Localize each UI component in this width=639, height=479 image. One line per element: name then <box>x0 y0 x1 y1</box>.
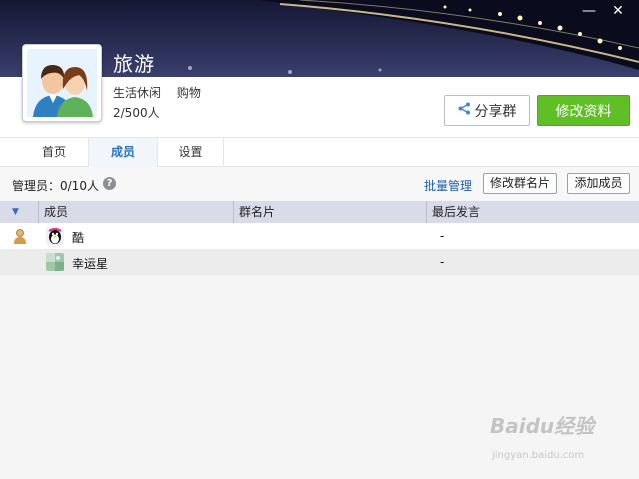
penguin-avatar-icon[interactable] <box>46 227 64 245</box>
member-count: 2/500人 <box>113 106 160 120</box>
tag-item: 生活休闲 <box>113 86 162 100</box>
member-last-speak: - <box>440 229 445 243</box>
landscape-avatar-icon[interactable] <box>46 253 64 271</box>
table-row[interactable]: 幸运星 - <box>0 249 639 275</box>
minimize-button[interactable]: — <box>575 0 603 22</box>
watermark-brand: Baidu经验 <box>490 414 595 438</box>
member-table-header: ▼ 成员 群名片 最后发言 <box>0 201 639 223</box>
people-icon <box>27 49 97 117</box>
column-member[interactable]: 成员 <box>38 201 233 223</box>
tab-members[interactable]: 成员 <box>88 138 158 167</box>
watermark-url: jingyan.baidu.com <box>492 450 585 461</box>
admin-toolbar: 管理员：0/10人 ? 批量管理 修改群名片 添加成员 <box>0 167 639 201</box>
column-last-speak[interactable]: 最后发言 <box>426 201 639 223</box>
edit-card-button[interactable]: 修改群名片 <box>483 173 557 194</box>
member-list: 酷 - 幸运星 - <box>0 223 639 479</box>
owner-icon <box>12 228 28 244</box>
admin-count: 管理员：0/10人 <box>12 179 99 193</box>
close-button[interactable]: ✕ <box>604 0 632 22</box>
column-group-card[interactable]: 群名片 <box>233 201 426 223</box>
batch-manage-link[interactable]: 批量管理 <box>424 177 472 194</box>
tag-item: 购物 <box>176 86 201 100</box>
member-last-speak: - <box>440 255 445 269</box>
tab-home[interactable]: 首页 <box>20 138 88 167</box>
add-member-button[interactable]: 添加成员 <box>567 173 630 194</box>
tab-bar: 首页 成员 设置 <box>0 137 639 167</box>
member-name: 酷 <box>72 231 85 245</box>
share-label: 分享群 <box>474 103 517 120</box>
help-icon[interactable]: ? <box>103 177 116 190</box>
table-row[interactable]: 酷 - <box>0 223 639 249</box>
share-group-button[interactable]: 分享群 <box>444 95 530 126</box>
member-name: 幸运星 <box>72 257 109 271</box>
tab-settings[interactable]: 设置 <box>158 138 224 167</box>
group-tags: 生活休闲 购物 <box>113 84 213 101</box>
share-icon <box>458 102 471 119</box>
sort-icon[interactable]: ▼ <box>12 201 38 223</box>
edit-profile-button[interactable]: 修改资料 <box>537 95 630 126</box>
group-banner: — ✕ 旅游 生活休闲 购物 2/500人 分享群 修改资料 <box>0 0 639 137</box>
group-name: 旅游 <box>113 52 155 76</box>
group-avatar[interactable] <box>22 44 102 122</box>
